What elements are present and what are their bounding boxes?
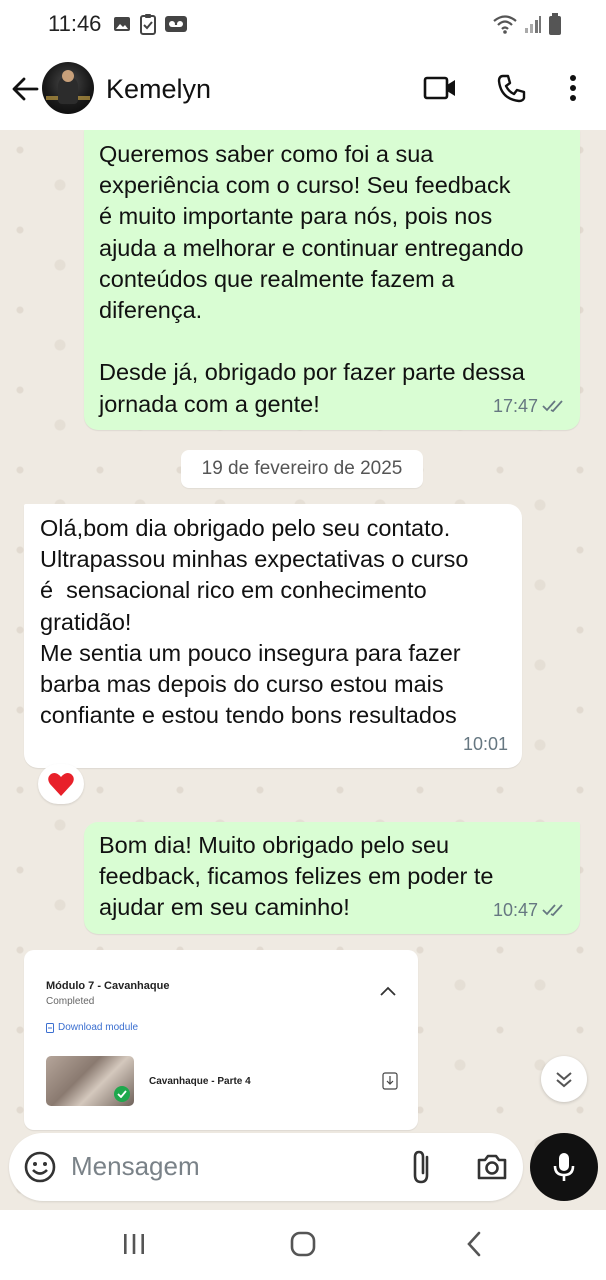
completed-check-icon: [114, 1086, 130, 1102]
back-arrow-icon[interactable]: [10, 74, 40, 104]
double-check-icon: [542, 904, 563, 917]
message-input[interactable]: Mensagem: [71, 1151, 200, 1182]
voicemail-icon: [165, 16, 187, 32]
emoji-icon[interactable]: [23, 1150, 57, 1184]
chat-area[interactable]: Queremos saber como foi a sua experiênci…: [0, 130, 606, 1210]
battery-icon: [549, 13, 561, 35]
message-meta: 10:01: [463, 729, 508, 760]
message-time: 10:47: [492, 899, 538, 920]
message-meta: 10:47: [493, 895, 566, 926]
module-card[interactable]: Módulo 7 - Cavanhaque Completed Download…: [24, 950, 418, 1130]
voice-record-button[interactable]: [530, 1133, 598, 1201]
download-module-link: Download module: [46, 1022, 138, 1033]
message-text: Bom dia! Muito obrigado pelo seu feedbac…: [99, 832, 494, 921]
message-meta: 17:47: [493, 391, 566, 422]
mic-icon: [553, 1153, 575, 1181]
signal-icon: [525, 16, 541, 33]
message-time: 10:01: [462, 733, 508, 754]
home-icon: [290, 1231, 316, 1257]
composer: Mensagem: [9, 1133, 523, 1201]
chevron-up-icon: [380, 986, 396, 996]
image-icon: [114, 17, 130, 31]
nav-back-icon: [467, 1231, 481, 1257]
heart-icon: [48, 773, 74, 796]
message-text: Olá,bom dia obrigado pelo seu contato. U…: [40, 515, 469, 729]
recents-icon: [124, 1234, 144, 1254]
clipboard-icon: [140, 14, 156, 35]
module-title: Módulo 7 - Cavanhaque: [46, 980, 170, 992]
wifi-icon: [493, 15, 517, 34]
status-icons-right: [492, 12, 562, 36]
status-icons-left: [112, 13, 188, 35]
contact-name[interactable]: Kemelyn: [106, 74, 211, 105]
module-status: Completed: [46, 996, 95, 1007]
scroll-to-bottom-button[interactable]: [541, 1056, 587, 1102]
double-check-icon: [542, 400, 563, 413]
more-vert-icon[interactable]: [555, 70, 591, 106]
message-bubble-outgoing[interactable]: Queremos saber como foi a sua experiênci…: [84, 130, 580, 430]
attach-icon[interactable]: [407, 1149, 437, 1185]
back-button[interactable]: [454, 1228, 494, 1260]
double-chevron-down-icon: [556, 1072, 572, 1088]
lesson-title: Cavanhaque - Parte 4: [149, 1076, 251, 1087]
lesson-thumbnail: [46, 1056, 134, 1106]
status-time: 11:46: [48, 11, 102, 36]
phone-icon[interactable]: [493, 70, 529, 106]
download-module-label: Download module: [58, 1022, 139, 1033]
video-call-icon[interactable]: [422, 70, 458, 106]
message-time: 17:47: [492, 395, 538, 416]
recents-button[interactable]: [114, 1228, 154, 1260]
reaction-heart[interactable]: [38, 764, 84, 804]
download-icon: [382, 1072, 398, 1090]
home-button[interactable]: [283, 1228, 323, 1260]
message-bubble-incoming[interactable]: Olá,bom dia obrigado pelo seu contato. U…: [24, 504, 522, 768]
avatar[interactable]: [42, 62, 94, 114]
message-text: Queremos saber como foi a sua experiênci…: [99, 141, 525, 417]
date-separator: 19 de fevereiro de 2025: [181, 450, 423, 488]
message-bubble-outgoing[interactable]: Bom dia! Muito obrigado pelo seu feedbac…: [84, 822, 580, 934]
camera-icon[interactable]: [475, 1151, 509, 1183]
download-doc-icon: [46, 1022, 54, 1033]
chat-header: Kemelyn: [0, 50, 606, 130]
status-bar: 11:46: [0, 0, 606, 50]
system-nav-bar: [0, 1210, 606, 1280]
